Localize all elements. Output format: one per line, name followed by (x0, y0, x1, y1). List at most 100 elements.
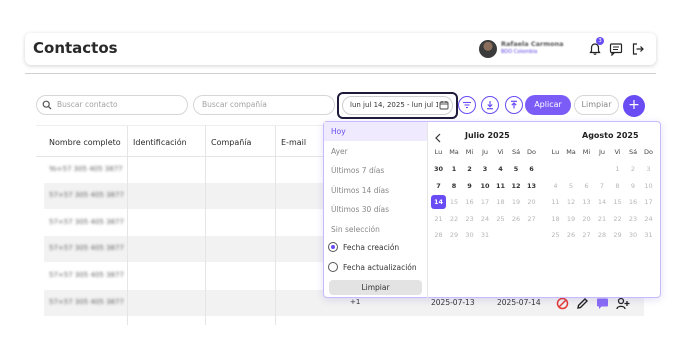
column-header[interactable]: E-mail (281, 138, 306, 147)
preset-option[interactable]: Hoy (324, 122, 427, 141)
message-icon[interactable] (596, 297, 609, 310)
contact-name: 57+57 305 405 3877 (49, 191, 124, 199)
column-divider (205, 126, 206, 325)
calendar-day: 30 (465, 231, 474, 239)
calendar-day[interactable]: 12 (509, 179, 524, 193)
updated-date: 2025-07-14 (497, 298, 541, 307)
calendar-day[interactable]: 11 (493, 179, 508, 193)
weekday-label: Ma (566, 148, 576, 156)
search-contact-input[interactable]: Buscar contacto (36, 95, 188, 115)
calendar-day: 31 (480, 231, 490, 239)
edit-icon[interactable] (576, 297, 589, 310)
calendar-day[interactable]: 9 (462, 179, 477, 193)
avatar[interactable] (479, 40, 497, 58)
date-range-input[interactable]: lun jul 14, 2025 - lun jul 14, 2025 (342, 96, 453, 115)
calendar-icon[interactable] (439, 100, 449, 110)
search-contact-placeholder: Buscar contacto (57, 100, 118, 109)
user-name: Rafaela Carmona (501, 40, 564, 48)
filter-button[interactable] (458, 96, 476, 114)
weekday-label: Sá (511, 148, 521, 156)
calendar-day: 29 (613, 231, 622, 239)
upload-icon (511, 100, 517, 109)
month-title: Agosto 2025 (582, 131, 639, 140)
calendar-day: 25 (496, 214, 505, 223)
notification-badge: 3 (596, 37, 604, 45)
column-header[interactable]: Compañía (211, 138, 251, 147)
weekday-label: Ma (449, 148, 459, 156)
calendar-day[interactable]: 6 (524, 162, 539, 176)
calendar-day[interactable]: 10 (478, 179, 493, 193)
calendar-day: 2 (630, 165, 636, 173)
calendar-day: 1 (615, 165, 620, 173)
calendar-day: 31 (644, 231, 653, 239)
calendar-day: 23 (465, 214, 474, 223)
calendar-day: 16 (628, 198, 638, 206)
column-divider (275, 126, 276, 325)
calendar-day[interactable]: 13 (524, 179, 539, 193)
calendar-day[interactable]: 14 (431, 195, 446, 209)
bell-icon[interactable]: 3 (588, 37, 604, 55)
calendar-day: 24 (480, 214, 490, 223)
chevron-left-icon[interactable] (434, 133, 442, 143)
add-contact-button[interactable]: + (623, 95, 645, 117)
contact-phone: +1 (350, 298, 361, 306)
filter-icon (463, 101, 471, 109)
calendar-day: 19 (511, 198, 521, 206)
radio-label[interactable]: Fecha creación (343, 243, 399, 252)
calendar-day: 23 (628, 214, 638, 223)
download-button[interactable] (481, 96, 499, 114)
calendar-day: 21 (597, 214, 607, 223)
calendar-day[interactable]: 2 (462, 162, 477, 176)
calendar-day: 22 (613, 214, 622, 223)
weekday-label: Do (644, 148, 653, 156)
calendar-day[interactable]: 4 (493, 162, 508, 176)
calendar-day[interactable]: 3 (478, 162, 493, 176)
search-company-input[interactable]: Buscar compañía (193, 95, 335, 115)
weekday-label: Lu (434, 148, 443, 156)
radio-label[interactable]: Fecha actualización (343, 263, 417, 272)
preset-option[interactable]: Ayer (324, 142, 427, 161)
calendar-day: 26 (566, 231, 576, 239)
contact-name: 57+57 305 405 3877 (49, 271, 124, 279)
calendar-day: 17 (480, 198, 490, 206)
date-range-focus[interactable]: lun jul 14, 2025 - lun jul 14, 2025 (337, 92, 458, 119)
block-icon[interactable] (556, 297, 569, 310)
weekday-label: Mi (582, 148, 591, 156)
calendar-day: 22 (449, 214, 459, 223)
datepicker-clear-button[interactable]: Limpiar (329, 280, 422, 295)
preset-option[interactable]: Últimos 14 días (324, 181, 427, 200)
preset-option[interactable]: Últimos 7 días (324, 161, 427, 180)
clear-button[interactable]: Limpiar (574, 95, 619, 115)
preset-option[interactable]: Últimos 30 días (324, 200, 427, 219)
column-header[interactable]: Nombre completo (49, 138, 121, 147)
calendar-day: 15 (613, 198, 622, 206)
calendar-day: 28 (434, 231, 443, 239)
radio-fecha-actualizacion[interactable] (328, 262, 338, 272)
calendar-day[interactable]: 8 (447, 179, 462, 193)
calendar-day: 30 (628, 231, 638, 239)
calendar-day: 7 (599, 181, 605, 190)
radio-fecha-creacion[interactable] (328, 242, 338, 252)
column-header[interactable]: Identificación (133, 138, 187, 147)
calendar-day[interactable]: 30 (431, 162, 446, 176)
calendar-day: 3 (646, 165, 651, 173)
calendar-day[interactable]: 5 (509, 162, 524, 176)
calendar-day: 29 (449, 231, 459, 239)
chat-icon[interactable] (609, 41, 623, 57)
calendar-day[interactable]: 7 (431, 179, 446, 193)
weekday-label: Mi (465, 148, 474, 156)
weekday-label: Vi (614, 148, 621, 156)
calendar-day[interactable]: 1 (447, 162, 462, 176)
preset-option[interactable]: Sin selección (324, 220, 427, 239)
created-date: 2025-07-13 (431, 298, 475, 307)
user-profile[interactable]: Rafaela Carmona BDO Colombia (479, 39, 571, 59)
calendar-day: 18 (496, 198, 505, 206)
calendar-day: 27 (527, 214, 536, 223)
upload-button[interactable] (505, 96, 523, 114)
logout-icon[interactable] (631, 41, 645, 55)
date-range-value: lun jul 14, 2025 - lun jul 14, 2025 (350, 101, 438, 109)
calendar-day: 25 (551, 231, 560, 239)
apply-button[interactable]: Aplicar (525, 95, 571, 115)
assign-user-icon[interactable] (616, 297, 630, 310)
calendar-day: 21 (434, 214, 443, 223)
